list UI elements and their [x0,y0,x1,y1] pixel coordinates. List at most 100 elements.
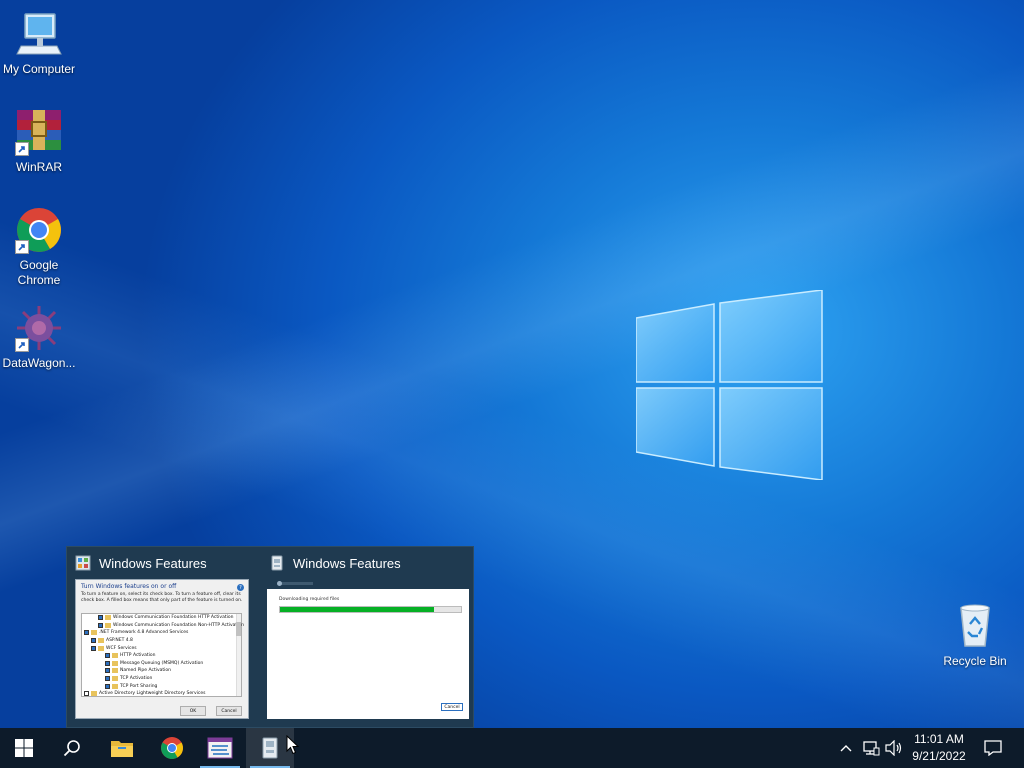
thumbnail-title-text: Windows Features [99,555,207,571]
checkbox [105,660,110,666]
folder-icon [105,622,111,628]
desktop-icon-winrar[interactable]: WinRAR [0,108,79,175]
windows-features-icon [262,737,278,759]
taskbar-google-chrome[interactable] [148,728,196,768]
tree-row: TCP Port Sharing [82,682,241,690]
folder-icon [98,638,104,644]
mouse-cursor-icon [286,735,300,755]
tree-row: ASP.NET 4.8 [82,637,241,645]
windows-start-icon [15,739,33,757]
windows-features-preview: Turn Windows features on or off To turn … [75,579,249,719]
taskbar-file-explorer[interactable] [98,728,146,768]
network-icon [863,741,880,756]
cancel-button: Cancel [441,703,463,711]
clock-time: 11:01 AM [914,732,964,746]
scrollbar [236,614,241,696]
progress-bar-fill [280,607,434,612]
action-center-button[interactable] [978,728,1008,768]
thumbnail-title: Windows Features [269,553,401,573]
dialog-header [267,579,469,589]
taskbar-thumbnail-popup: Windows Features Turn Windows features o… [66,546,474,728]
desktop-icon-label: Google Chrome [17,258,61,287]
desktop-icon-my-computer[interactable]: My Computer [0,10,79,77]
datawagon-icon [207,737,233,759]
tree-row-label: Named Pipe Activation [120,668,172,674]
desktop-icon-label: My Computer [2,62,76,76]
header-bar [279,582,313,585]
volume-icon [885,740,902,756]
dialog-heading: Turn Windows features on or off [81,583,177,590]
dialog-description: To turn a feature on, select its check b… [81,592,243,603]
checkbox [105,668,110,674]
tree-row: TCP Activation [82,675,241,683]
folder-icon [105,615,111,621]
tree-row-label: TCP Activation [120,676,153,682]
search-button[interactable] [48,728,96,768]
thumbnail-title-text: Windows Features [293,555,401,571]
thumbnail-windows-features-progress[interactable]: Windows Features Downloading required fi… [261,547,475,729]
clock[interactable]: 11:01 AM 9/21/2022 [906,731,972,765]
taskbar-datawagon[interactable] [196,728,244,768]
shortcut-arrow-icon [15,338,29,352]
status-text: Downloading required files [279,597,340,602]
network-button[interactable] [860,728,882,768]
tree-row-label: Windows Communication Foundation Non-HTT… [113,622,245,628]
windows-features-progress-preview: Downloading required files Cancel [267,579,469,719]
desktop-icon-datawagon[interactable]: DataWagon... [0,304,79,371]
checkbox [105,676,110,682]
cancel-button: Cancel [216,706,242,716]
tree-row: Windows Communication Foundation Non-HTT… [82,622,245,630]
clock-date: 9/21/2022 [912,749,966,763]
checkbox [98,622,103,628]
ok-button: OK [180,706,206,716]
search-icon [63,740,80,757]
tree-row-label: .NET Framework 4.8 Advanced Services [99,630,189,636]
folder-icon [112,668,118,674]
desktop-icon-label: DataWagon... [2,356,76,370]
monitor-icon [15,10,63,58]
tree-row-label: WCF Services [106,645,137,651]
volume-button[interactable] [883,728,905,768]
tree-row: Message Queuing (MSMQ) Activation [82,660,241,668]
checkbox [91,645,96,651]
winrar-icon [15,108,63,156]
tree-row-label: TCP Port Sharing [120,683,158,689]
folder-icon [112,653,118,659]
tree-row-label: ASP.NET 4.8 [106,638,133,644]
folder-icon [91,691,97,697]
file-explorer-icon [111,741,133,757]
chevron-up-icon [840,745,852,752]
start-button[interactable] [0,728,48,768]
progress-bar [279,606,462,613]
folder-icon [112,683,118,689]
folder-icon [112,660,118,666]
folder-icon [91,630,97,636]
tree-row-label: HTTP Activation [120,653,156,659]
tree-row-label: Windows Communication Foundation HTTP Ac… [113,615,234,621]
tree-row: Windows Communication Foundation HTTP Ac… [82,614,241,622]
checkbox [91,638,96,644]
chrome-icon [161,737,183,759]
features-tree: Windows Communication Foundation HTTP Ac… [81,613,245,698]
tree-row: .NET Framework 4.8 Advanced Services [82,629,241,637]
desktop-icon-google-chrome[interactable]: Google Chrome [0,206,79,288]
chrome-icon [15,206,63,254]
show-hidden-icons-button[interactable] [836,728,856,768]
shortcut-arrow-icon [15,142,29,156]
checkbox [98,615,103,621]
tree-row-label: Active Directory Lightweight Directory S… [99,691,206,697]
tree-row: Named Pipe Activation [82,667,241,675]
desktop-icon-label: WinRAR [15,160,62,174]
recycle-bin-icon [951,602,999,650]
checkbox [105,653,110,659]
windows-features-icon [75,555,91,571]
windows-logo-wallpaper [636,290,823,480]
folder-icon [98,645,104,651]
folder-icon [112,676,118,682]
thumbnail-windows-features-dialog[interactable]: Windows Features Turn Windows features o… [67,547,261,729]
help-icon: ? [237,584,244,591]
desktop-icon-recycle-bin[interactable]: Recycle Bin [935,602,1015,669]
tree-row: Active Directory Lightweight Directory S… [82,690,241,698]
datawagon-icon [15,304,63,352]
checkbox [105,683,110,689]
